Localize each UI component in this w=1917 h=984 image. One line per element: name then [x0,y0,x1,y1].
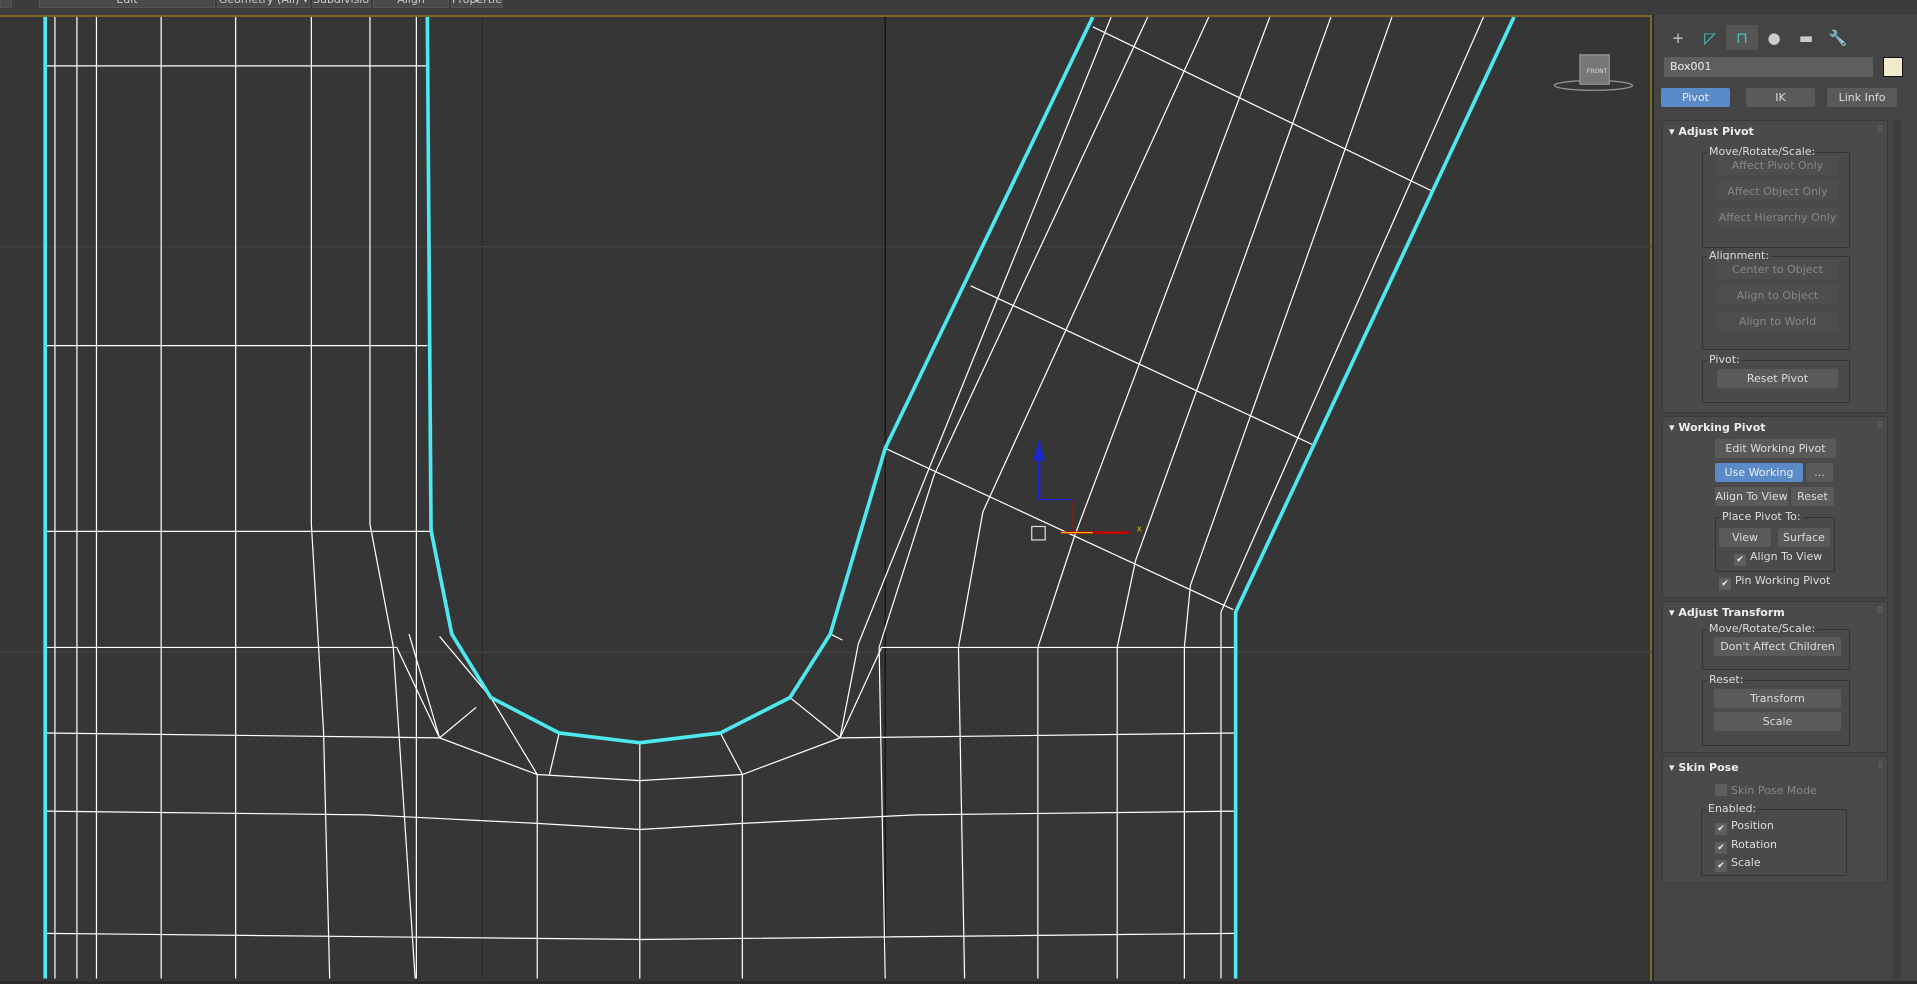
adjust-pivot-header[interactable]: ▾ Adjust Pivot [1669,125,1754,138]
align-to-world-button[interactable]: Align to World [1717,312,1838,331]
center-to-object-button[interactable]: Center to Object [1717,260,1838,279]
command-panel: + ◸ ⊓ ● ▬ 🔧 Box001 Pivot IK Link Info ▾ … [1654,15,1917,981]
align-to-view-checkbox[interactable]: ✔ Align To View [1734,550,1822,566]
reset-pivot-button[interactable]: Reset Pivot [1717,369,1838,388]
reset-transform-button[interactable]: Transform [1714,689,1841,708]
toolbar-button-left[interactable] [0,0,12,8]
affect-pivot-only-button[interactable]: Affect Pivot Only [1717,156,1838,175]
rotation-checkbox[interactable]: ✔ Rotation [1715,838,1777,854]
grip-icon: ⠿ [1877,125,1883,134]
subdivision-menu[interactable]: Subdivision [312,0,371,8]
gizmo-x-label: x [1137,524,1142,534]
viewport-front[interactable]: x [0,0,1652,981]
skin-pose-header[interactable]: ▾ Skin Pose [1669,761,1739,774]
viewcube-face-label[interactable]: Front [1582,68,1612,76]
ik-tab[interactable]: IK [1746,88,1815,107]
affect-object-only-button[interactable]: Affect Object Only [1717,182,1838,201]
display-icon[interactable]: ▬ [1790,25,1822,50]
utilities-icon[interactable]: 🔧 [1822,25,1854,50]
reset-working-pivot-button[interactable]: Reset [1791,487,1834,506]
top-toolbar: Edit Geometry (All) ▾ Subdivision Align … [0,0,1917,15]
dont-affect-children-button[interactable]: Don't Affect Children [1714,637,1841,656]
wireframe-mesh: x [0,0,1652,979]
modify-icon[interactable]: ◸ [1694,25,1726,50]
motion-icon[interactable]: ● [1758,25,1790,50]
pin-working-pivot-checkbox[interactable]: ✔ Pin Working Pivot [1719,574,1830,590]
command-panel-tabs: + ◸ ⊓ ● ▬ 🔧 [1662,25,1892,50]
pivot-tab[interactable]: Pivot [1661,88,1730,107]
use-working-pivot-button[interactable]: Use Working Pivot [1715,463,1803,498]
affect-hierarchy-only-button[interactable]: Affect Hierarchy Only [1717,208,1838,227]
adjust-transform-header[interactable]: ▾ Adjust Transform [1669,606,1785,619]
place-pivot-view-button[interactable]: View [1719,528,1771,547]
working-pivot-options-button[interactable]: ... [1806,463,1833,482]
skin-pose-mode-checkbox[interactable]: Skin Pose Mode [1715,784,1817,797]
properties-dropdown[interactable]: Properties ▾ [451,0,503,8]
object-color-swatch[interactable] [1883,57,1903,77]
geometry-dropdown[interactable]: Geometry (All) ▾ [217,0,310,8]
create-icon[interactable]: + [1662,25,1694,50]
grid-lines [0,0,1652,979]
working-pivot-header[interactable]: ▾ Working Pivot [1669,421,1766,434]
reset-scale-button[interactable]: Scale [1714,712,1841,731]
link-info-tab[interactable]: Link Info [1827,88,1897,107]
align-to-object-button[interactable]: Align to Object [1717,286,1838,305]
transform-gizmo: x [1031,440,1142,541]
edit-working-pivot-button[interactable]: Edit Working Pivot [1715,439,1836,458]
align-to-view-button[interactable]: Align To View [1715,487,1788,506]
hierarchy-icon[interactable]: ⊓ [1726,25,1758,50]
edit-menu[interactable]: Edit [39,0,215,8]
selected-border-edges [43,16,1516,979]
pivot-box [1031,525,1046,541]
mesh-edges [45,16,1485,979]
panel-scrollbar[interactable] [1893,120,1901,981]
scale-checkbox[interactable]: ✔ Scale [1715,856,1761,872]
place-pivot-surface-button[interactable]: Surface [1778,528,1830,547]
align-menu[interactable]: Align [373,0,449,8]
object-name-field[interactable]: Box001 [1664,57,1873,77]
adjust-pivot-rollout: ▾ Adjust Pivot ⠿ Move/Rotate/Scale: Affec… [1662,120,1888,413]
skin-pose-rollout: ▾ Skin Pose ⠿ Skin Pose Mode Enabled: ✔ Po… [1662,756,1888,883]
position-checkbox[interactable]: ✔ Position [1715,819,1774,835]
working-pivot-rollout: ▾ Working Pivot ⠿ Edit Working Pivot Use … [1662,416,1888,598]
adjust-transform-rollout: ▾ Adjust Transform ⠿ Move/Rotate/Scale: D… [1662,601,1888,753]
